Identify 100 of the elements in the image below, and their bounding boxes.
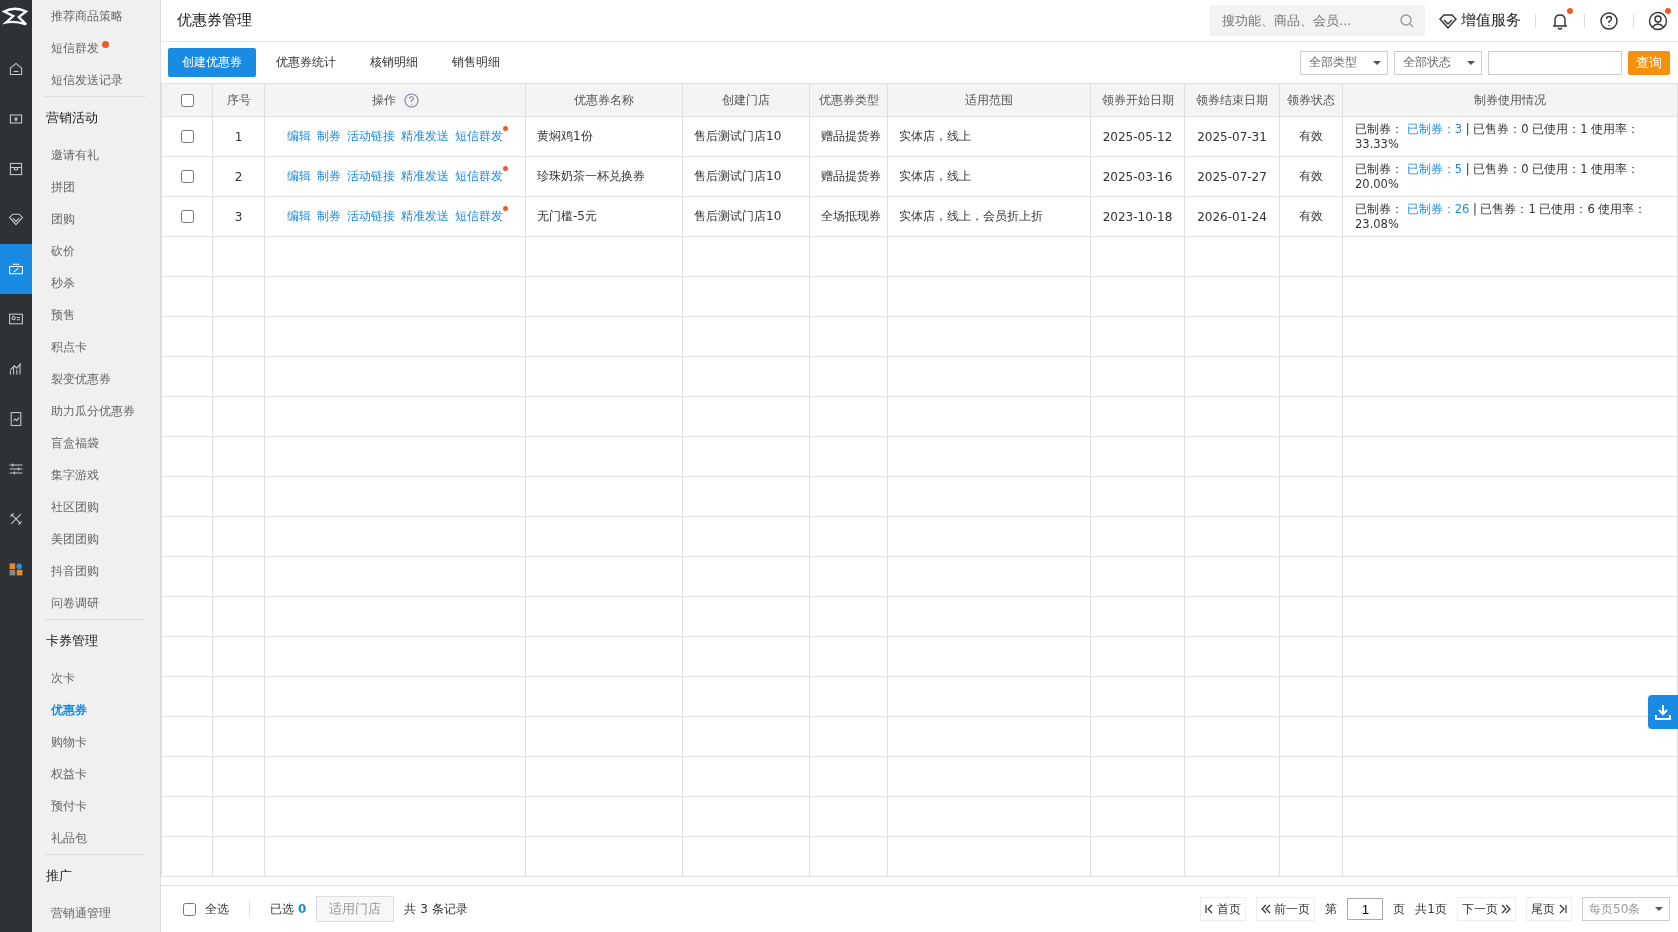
first-page-icon bbox=[1205, 904, 1215, 914]
page-field[interactable]: 1 bbox=[1347, 898, 1384, 920]
action-link[interactable]: 活动链接 bbox=[347, 209, 395, 223]
bell-icon[interactable] bbox=[1550, 10, 1570, 31]
action-link[interactable]: 精准发送 bbox=[401, 129, 449, 143]
status-dropdown[interactable]: 全部状态 bbox=[1394, 50, 1482, 75]
last-page-button[interactable]: 尾页 bbox=[1526, 897, 1572, 921]
sidebar-item[interactable]: 秒杀 bbox=[51, 274, 75, 292]
sidebar-item[interactable]: 裂变优惠券 bbox=[51, 370, 111, 388]
usage-link[interactable]: 已制券：26 bbox=[1406, 202, 1470, 216]
tab[interactable]: 销售明细 bbox=[438, 48, 514, 77]
value-service-link[interactable]: 增值服务 bbox=[1439, 11, 1521, 30]
double-chevron-left-icon bbox=[1261, 904, 1272, 914]
action-link[interactable]: 精准发送 bbox=[401, 209, 449, 223]
sidebar-item[interactable]: 美团团购 bbox=[51, 530, 99, 548]
column-header: 领券结束日期 bbox=[1196, 92, 1268, 107]
table-cell: 实体店，线上 bbox=[899, 129, 971, 143]
table-cell: 赠品提货券 bbox=[821, 129, 881, 143]
select-all-label[interactable]: 全选 bbox=[205, 900, 229, 918]
sidebar-item[interactable]: 抖音团购 bbox=[51, 562, 99, 580]
sidebar-heading: 推广 bbox=[44, 854, 146, 897]
column-header: 适用范围 bbox=[965, 92, 1013, 107]
user-icon[interactable] bbox=[1648, 10, 1668, 31]
sidebar-item[interactable]: 短信发送记录 bbox=[51, 71, 123, 89]
page-size-dropdown[interactable]: 每页50条 bbox=[1582, 897, 1670, 921]
column-header: 序号 bbox=[226, 92, 251, 107]
action-link[interactable]: 短信群发 bbox=[455, 129, 503, 143]
action-link[interactable]: 编辑 bbox=[287, 129, 311, 143]
sidebar-item[interactable]: 集字游戏 bbox=[51, 466, 99, 484]
record-count: 共 3 条记录 bbox=[404, 900, 468, 918]
sidebar-item[interactable]: 拼团 bbox=[51, 178, 75, 196]
first-page-button[interactable]: 首页 bbox=[1200, 897, 1247, 921]
search-field[interactable]: 搜功能、商品、会员... bbox=[1220, 12, 1399, 29]
sidebar-item[interactable]: 砍价 bbox=[51, 242, 75, 260]
last-page-icon bbox=[1558, 904, 1567, 914]
sidebar-item[interactable]: 邀请有礼 bbox=[51, 146, 99, 164]
selected-label: 已选 bbox=[270, 900, 294, 918]
table-cell: 2023-10-18 bbox=[1102, 209, 1173, 224]
sidebar-item[interactable]: 营销通管理 bbox=[51, 904, 111, 922]
sidebar-item[interactable]: 次卡 bbox=[51, 669, 75, 687]
usage-link[interactable]: 已制券：3 bbox=[1406, 122, 1462, 136]
action-link[interactable]: 短信群发 bbox=[455, 169, 503, 183]
usage-summary: 已制券： 已制券：26 | 已售券：1 已使用：6 使用率：23.08% bbox=[1355, 202, 1647, 231]
action-link[interactable]: 精准发送 bbox=[401, 169, 449, 183]
sidebar-item[interactable]: 积点卡 bbox=[51, 338, 87, 356]
select-all-checkbox[interactable] bbox=[181, 93, 194, 107]
action-link[interactable]: 编辑 bbox=[287, 169, 311, 183]
action-link[interactable]: 编辑 bbox=[287, 209, 311, 223]
table-cell: 3 bbox=[234, 209, 243, 224]
prev-page-button[interactable]: 前一页 bbox=[1256, 897, 1316, 921]
help-icon[interactable] bbox=[1599, 10, 1619, 31]
sidebar-item[interactable]: 团购 bbox=[51, 210, 75, 228]
sidebar-item[interactable]: 盲盒福袋 bbox=[51, 434, 99, 452]
sidebar-item[interactable]: 短信群发 bbox=[51, 39, 99, 57]
action-link[interactable]: 制券 bbox=[317, 169, 341, 183]
search-icon[interactable] bbox=[1399, 12, 1415, 29]
download-button[interactable] bbox=[1648, 695, 1678, 729]
ticket-icon[interactable] bbox=[0, 244, 32, 294]
sidebar-item[interactable]: 预售 bbox=[51, 306, 75, 324]
action-link[interactable]: 制券 bbox=[317, 209, 341, 223]
action-link[interactable]: 活动链接 bbox=[347, 169, 395, 183]
column-header: 领券状态 bbox=[1287, 92, 1335, 107]
action-link[interactable]: 制券 bbox=[317, 129, 341, 143]
keyword-field[interactable] bbox=[1488, 50, 1622, 75]
table-cell: 2 bbox=[234, 169, 243, 184]
row-checkbox[interactable] bbox=[181, 170, 194, 183]
table-cell: 有效 bbox=[1299, 129, 1323, 143]
action-link[interactable]: 活动链接 bbox=[347, 129, 395, 143]
sidebar-item[interactable]: 购物卡 bbox=[51, 733, 87, 751]
sidebar-item[interactable]: 社区团购 bbox=[51, 498, 99, 516]
column-header: 优惠券类型 bbox=[818, 92, 879, 107]
table-cell: 2025-03-16 bbox=[1102, 169, 1173, 184]
tab[interactable]: 创建优惠券 bbox=[168, 48, 256, 77]
table-cell: 实体店，线上，会员折上折 bbox=[899, 209, 1043, 223]
column-header: 优惠券名称 bbox=[574, 92, 634, 107]
table-cell: 2025-07-31 bbox=[1197, 129, 1267, 144]
table-cell: 无门槛-5元 bbox=[537, 209, 597, 223]
row-checkbox[interactable] bbox=[181, 130, 194, 143]
column-header: 制券使用情况 bbox=[1474, 92, 1546, 107]
select-all-checkbox[interactable] bbox=[183, 902, 196, 916]
sidebar-item[interactable]: 权益卡 bbox=[51, 765, 87, 783]
selected-count: 0 bbox=[298, 902, 307, 916]
sidebar-item[interactable]: 助力瓜分优惠券 bbox=[51, 402, 135, 420]
sidebar-item[interactable]: 优惠券 bbox=[51, 701, 87, 719]
next-page-button[interactable]: 下一页 bbox=[1457, 897, 1516, 921]
table-cell: 实体店，线上 bbox=[899, 169, 971, 183]
search-box[interactable]: 搜功能、商品、会员... bbox=[1210, 5, 1425, 36]
sidebar-item[interactable]: 推荐商品策略 bbox=[51, 7, 123, 25]
tab[interactable]: 核销明细 bbox=[356, 48, 432, 77]
page-label: 页 bbox=[1393, 900, 1406, 918]
sidebar-item[interactable]: 问卷调研 bbox=[51, 594, 99, 612]
usage-link[interactable]: 已制券：5 bbox=[1406, 162, 1462, 176]
type-dropdown[interactable]: 全部类型 bbox=[1300, 50, 1388, 75]
row-checkbox[interactable] bbox=[181, 210, 194, 223]
page-title: 优惠券管理 bbox=[177, 11, 253, 30]
store-button[interactable]: 适用门店 bbox=[316, 896, 395, 922]
sidebar-item[interactable]: 预付卡 bbox=[51, 797, 87, 815]
action-link[interactable]: 短信群发 bbox=[455, 209, 503, 223]
sidebar-item[interactable]: 礼品包 bbox=[51, 829, 87, 847]
tab[interactable]: 优惠券统计 bbox=[262, 48, 350, 77]
